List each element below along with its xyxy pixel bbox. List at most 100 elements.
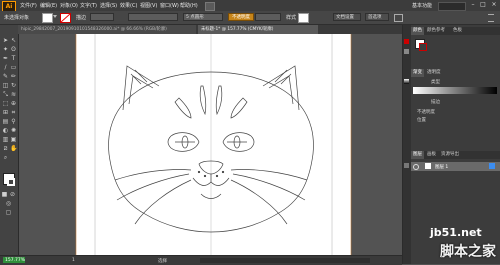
column-graph-tool-icon[interactable]: ▥ [2,136,9,143]
opacity-label: 不透明度 [417,110,435,115]
stroke-color-box[interactable] [7,178,15,186]
pencil-tool-icon[interactable]: ✏ [10,73,17,80]
mesh-tool-icon[interactable]: ⌗ [10,109,17,116]
opacity-input[interactable] [255,13,281,21]
tab-hipic-document[interactable]: hipic_29842007_20190910101548326000.ai* … [18,25,196,34]
rotate-tool-icon[interactable]: ↻ [10,82,17,89]
artboard-number[interactable]: 1 [72,258,75,263]
hand-tool-icon[interactable]: ✋ [10,145,17,152]
maximize-icon[interactable]: □ [478,1,488,9]
current-tool-status: 选择 [158,259,167,264]
visibility-eye-icon[interactable] [413,164,419,170]
layer-thumbnail [425,163,431,169]
eyedropper-tool-icon[interactable]: ⚲ [10,118,17,125]
color-stroke-proxy[interactable] [419,43,427,51]
style-label: 样式 [286,15,297,21]
tab-swatches[interactable]: 色板 [451,27,464,35]
horizontal-scrollbar[interactable] [200,258,370,263]
watermark-domain: jb51.net [430,226,482,239]
type-tool-icon[interactable]: T [10,55,17,62]
menu-type[interactable]: 文字(T) [80,2,97,9]
selection-tool-icon[interactable]: ➤ [2,37,9,44]
menu-file[interactable]: 文件(F) [20,2,37,9]
fill-dropdown-icon[interactable] [53,15,57,18]
tab-transparency[interactable]: 透明度 [425,69,443,77]
layers-panel-icon[interactable] [404,163,409,168]
brush-style-dropdown[interactable]: 5 点圆形 [183,13,223,21]
cat-face-artwork [75,34,352,255]
zoom-level: 157.77% [5,258,26,263]
direct-selection-tool-icon[interactable]: ↖ [10,37,17,44]
panel-menu-icon[interactable] [488,14,494,22]
position-label: 位置 [417,118,426,123]
rectangle-tool-icon[interactable]: ▭ [10,64,17,71]
document-tab-bar: hipic_29842007_20190910101548326000.ai* … [18,25,402,34]
menu-view[interactable]: 视图(V) [140,2,157,9]
line-tool-icon[interactable]: ∕ [2,64,9,71]
gradient-panel-icon[interactable] [404,79,409,84]
menu-object[interactable]: 对象(O) [60,2,78,9]
tab-artboards[interactable]: 画板 [425,151,438,159]
menu-help[interactable]: 帮助(H) [180,2,198,9]
workspace-switcher[interactable]: 基本功能 [412,2,432,9]
blend-tool-icon[interactable]: ◐ [2,127,9,134]
tab-gradient[interactable]: 渐变 [411,69,424,77]
width-tool-icon[interactable]: ≋ [10,91,17,98]
tab-color-guide[interactable]: 颜色参考 [425,27,447,35]
eraser-tool-icon[interactable]: ◫ [2,82,9,89]
screen-mode-icon[interactable]: ▢ [5,209,12,216]
graphic-style-swatch[interactable] [298,13,309,23]
color-mode-icon[interactable]: ■ [1,191,8,198]
tab-untitled-1[interactable]: 未标题-1* @ 157.77% (CMYK/轮廓) [198,25,318,34]
perspective-grid-tool-icon[interactable]: ⊞ [2,109,9,116]
pen-tool-icon[interactable]: ✒ [2,55,9,62]
tab-layers[interactable]: 图层 [411,151,424,159]
variable-width-dropdown[interactable] [128,13,178,21]
bridge-icon[interactable] [205,2,215,11]
slice-tool-icon[interactable]: ⧄ [2,145,9,152]
document-setup-button[interactable]: 文档设置 [333,13,361,21]
arrange-icon[interactable] [394,14,403,22]
menu-edit[interactable]: 编辑(E) [40,2,57,9]
color-panel-icon[interactable] [404,39,409,44]
watermark: jb51.net [430,226,482,239]
layer-color-indicator [489,163,495,169]
tab-label: hipic_29842007_20190910101548326000.ai* … [21,27,167,32]
artboard-tool-icon[interactable]: ▣ [10,136,17,143]
paintbrush-tool-icon[interactable]: ✎ [2,73,9,80]
layers-panel-tabs: 图层 画板 资源导出 [411,151,500,159]
fill-swatch[interactable] [42,13,53,23]
zoom-tool-icon[interactable]: ⌕ [2,154,9,161]
gradient-preview[interactable] [413,87,497,94]
lasso-tool-icon[interactable]: ʘ [10,46,17,53]
tab-label: 未标题-1* @ 157.77% (CMYK/轮廓) [201,27,274,32]
stroke-weight-input[interactable] [90,13,114,21]
scale-tool-icon[interactable]: ⤡ [2,91,9,98]
selection-status: 未选择对象 [4,15,30,21]
none-mode-icon[interactable]: ⊘ [9,191,16,198]
stroke-swatch[interactable] [60,13,71,23]
symbol-sprayer-tool-icon[interactable]: ✺ [10,127,17,134]
tab-asset-export[interactable]: 资源导出 [439,151,461,159]
preferences-button[interactable]: 首选项 [365,13,389,21]
free-transform-tool-icon[interactable]: ⬚ [2,100,9,107]
shape-builder-tool-icon[interactable]: ⊕ [10,100,17,107]
tab-color[interactable]: 颜色 [411,27,424,35]
tools-panel: ➤ ↖ ✦ ʘ ✒ T ∕ ▭ ✎ ✏ ◫ ↻ ⤡ ≋ ⬚ ⊕ ⊞ ⌗ ▤ ⚲ … [0,25,19,255]
drawing-mode-icon[interactable]: ◎ [5,200,12,207]
gradient-panel-tabs: 渐变 透明度 [411,69,500,77]
magic-wand-tool-icon[interactable]: ✦ [2,46,9,53]
opacity-button[interactable]: 不透明度 [228,13,254,21]
panel-icon-strip [403,25,411,264]
artboard-canvas[interactable] [19,34,402,255]
close-icon[interactable]: × [489,1,499,9]
menu-window[interactable]: 窗口(W) [160,2,179,9]
minimize-icon[interactable]: – [468,1,478,9]
gradient-type-label: 类型 [431,80,440,85]
swatches-panel-icon[interactable] [404,49,409,54]
layer-row[interactable]: 图层 1 [411,162,500,171]
gradient-tool-icon[interactable]: ▤ [2,118,9,125]
menu-effect[interactable]: 效果(C) [120,2,137,9]
menu-select[interactable]: 选择(S) [100,2,117,9]
search-field[interactable] [438,2,466,11]
